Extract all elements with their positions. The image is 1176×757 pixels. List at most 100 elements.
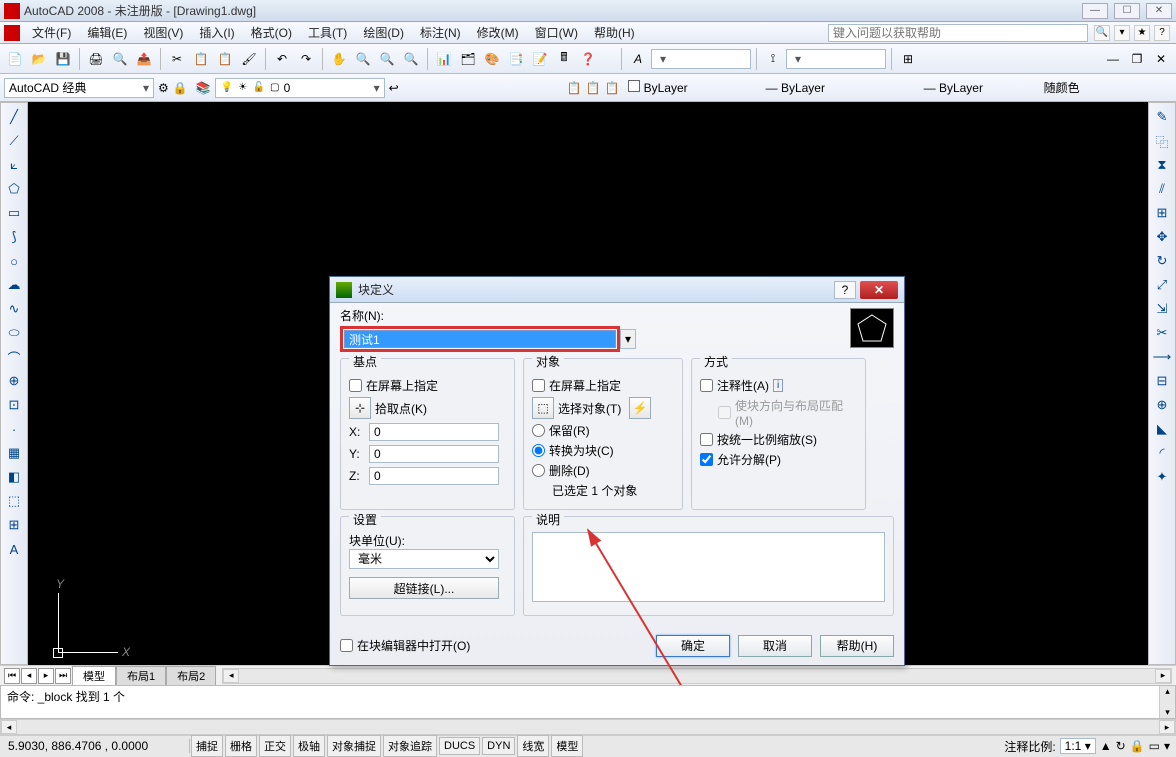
region-icon[interactable]: ⬚ bbox=[3, 491, 25, 511]
sheet-icon[interactable]: 📑 bbox=[505, 48, 527, 70]
tray-icon[interactable]: ▭ bbox=[1149, 739, 1160, 753]
xline-icon[interactable]: ⟋ bbox=[3, 131, 25, 151]
menu-view[interactable]: 视图(V) bbox=[135, 22, 191, 43]
zoom-rt-icon[interactable]: 🔍 bbox=[352, 48, 374, 70]
ortho-toggle[interactable]: 正交 bbox=[259, 735, 291, 757]
save-icon[interactable]: 💾 bbox=[52, 48, 74, 70]
doc-close-icon[interactable]: ✕ bbox=[1150, 48, 1172, 70]
cancel-button[interactable]: 取消 bbox=[738, 635, 812, 657]
print-icon[interactable]: 🖨 bbox=[85, 48, 107, 70]
retain-radio[interactable] bbox=[532, 424, 545, 437]
zoom-win-icon[interactable]: 🔍 bbox=[376, 48, 398, 70]
layer-combo[interactable]: 💡 ☀ 🔓 ▢ 0 bbox=[215, 78, 385, 98]
workspace-combo[interactable]: AutoCAD 经典 bbox=[4, 78, 154, 98]
menu-window[interactable]: 窗口(W) bbox=[527, 22, 586, 43]
layer-iso-icon[interactable]: 📋 bbox=[586, 81, 601, 95]
polyline-icon[interactable]: ⟀ bbox=[3, 155, 25, 175]
command-scroll[interactable] bbox=[1159, 686, 1175, 718]
osnap-toggle[interactable]: 对象捕捉 bbox=[327, 735, 381, 757]
annotative-checkbox[interactable] bbox=[700, 379, 713, 392]
pan-icon[interactable]: ✋ bbox=[328, 48, 350, 70]
menu-insert[interactable]: 插入(I) bbox=[191, 22, 242, 43]
line-icon[interactable]: ╱ bbox=[3, 107, 25, 127]
tray-arrow-icon[interactable]: ▾ bbox=[1164, 739, 1170, 753]
tab-last-button[interactable]: ⏭ bbox=[55, 668, 71, 684]
help-icon[interactable]: ? bbox=[1154, 25, 1170, 41]
command-hscroll[interactable]: ◂▸ bbox=[0, 719, 1176, 735]
otrack-toggle[interactable]: 对象追踪 bbox=[383, 735, 437, 757]
toolpalette-icon[interactable]: 🎨 bbox=[481, 48, 503, 70]
ellipsearc-icon[interactable]: ⌒ bbox=[3, 347, 25, 367]
arc-icon[interactable]: ⟆ bbox=[3, 227, 25, 247]
tablestyle-icon[interactable]: ⊞ bbox=[897, 48, 919, 70]
tab-model[interactable]: 模型 bbox=[72, 666, 116, 685]
publish-icon[interactable]: 📤 bbox=[133, 48, 155, 70]
dialog-help-icon[interactable]: ? bbox=[834, 281, 856, 299]
table-icon[interactable]: ⊞ bbox=[3, 515, 25, 535]
lock-status-icon[interactable]: 🔒 bbox=[1130, 739, 1145, 753]
menu-modify[interactable]: 修改(M) bbox=[469, 22, 527, 43]
layer-manager-icon[interactable]: 📚 bbox=[196, 81, 211, 95]
point-icon[interactable]: · bbox=[3, 419, 25, 439]
match-icon[interactable]: 🖌 bbox=[238, 48, 260, 70]
menu-format[interactable]: 格式(O) bbox=[243, 22, 300, 43]
chamfer-icon[interactable]: ◣ bbox=[1151, 419, 1173, 439]
ducs-toggle[interactable]: DUCS bbox=[439, 737, 480, 755]
y-input[interactable] bbox=[369, 445, 499, 463]
mtext-icon[interactable]: A bbox=[3, 539, 25, 559]
help-search-input[interactable] bbox=[828, 24, 1088, 42]
tab-prev-button[interactable]: ◂ bbox=[21, 668, 37, 684]
anno-vis-icon[interactable]: ▲ bbox=[1100, 739, 1112, 753]
pick-point-button[interactable]: ⊹ bbox=[349, 397, 371, 419]
help-tb-icon[interactable]: ❓ bbox=[577, 48, 599, 70]
help-button[interactable]: 帮助(H) bbox=[820, 635, 894, 657]
trim-icon[interactable]: ✂ bbox=[1151, 323, 1173, 343]
menu-draw[interactable]: 绘图(D) bbox=[355, 22, 412, 43]
mirror-icon[interactable]: ⧗ bbox=[1151, 155, 1173, 175]
tab-first-button[interactable]: ⏮ bbox=[4, 668, 20, 684]
drawing-canvas[interactable]: Y X 块定义 ? ✕ 名称(N): bbox=[28, 102, 1148, 665]
info-icon[interactable]: i bbox=[773, 379, 783, 392]
doc-minimize-icon[interactable]: — bbox=[1102, 48, 1124, 70]
tab-next-button[interactable]: ▸ bbox=[38, 668, 54, 684]
horizontal-scrollbar[interactable]: ◂▸ bbox=[222, 668, 1172, 684]
lwt-toggle[interactable]: 线宽 bbox=[517, 735, 549, 757]
unit-combo[interactable]: 毫米 bbox=[349, 549, 499, 569]
markup-icon[interactable]: 📝 bbox=[529, 48, 551, 70]
gradient-icon[interactable]: ◧ bbox=[3, 467, 25, 487]
redo-icon[interactable]: ↷ bbox=[295, 48, 317, 70]
textstyle-icon[interactable]: A bbox=[627, 48, 649, 70]
erase-icon[interactable]: ✎ bbox=[1151, 107, 1173, 127]
maximize-button[interactable]: ☐ bbox=[1114, 3, 1140, 19]
menu-file[interactable]: 文件(F) bbox=[24, 22, 79, 43]
z-input[interactable] bbox=[369, 467, 499, 485]
menu-tools[interactable]: 工具(T) bbox=[300, 22, 355, 43]
obj-onscreen-checkbox[interactable] bbox=[532, 379, 545, 392]
properties-icon[interactable]: 📊 bbox=[433, 48, 455, 70]
close-button[interactable]: ✕ bbox=[1146, 3, 1172, 19]
dimstyle-combo[interactable] bbox=[786, 49, 886, 69]
preview-icon[interactable]: 🔍 bbox=[109, 48, 131, 70]
select-objects-button[interactable]: ⬚ bbox=[532, 397, 554, 419]
offset-icon[interactable]: ⫽ bbox=[1151, 179, 1173, 199]
polygon-icon[interactable]: ⬠ bbox=[3, 179, 25, 199]
block-icon[interactable]: ⊡ bbox=[3, 395, 25, 415]
open-editor-checkbox[interactable] bbox=[340, 639, 353, 652]
ws-gear-icon[interactable]: ⚙ bbox=[158, 81, 169, 95]
ellipse-icon[interactable]: ⬭ bbox=[3, 323, 25, 343]
base-onscreen-checkbox[interactable] bbox=[349, 379, 362, 392]
command-line[interactable]: 命令: _block 找到 1 个 bbox=[0, 685, 1176, 719]
search-icon[interactable]: 🔍 bbox=[1094, 25, 1110, 41]
block-name-input[interactable] bbox=[344, 330, 616, 348]
join-icon[interactable]: ⊕ bbox=[1151, 395, 1173, 415]
snap-toggle[interactable]: 捕捉 bbox=[191, 735, 223, 757]
scale-icon[interactable]: ⤢ bbox=[1151, 275, 1173, 295]
break-icon[interactable]: ⊟ bbox=[1151, 371, 1173, 391]
uniform-scale-checkbox[interactable] bbox=[700, 433, 713, 446]
copy-obj-icon[interactable]: ⿻ bbox=[1151, 131, 1173, 151]
minimize-button[interactable]: — bbox=[1082, 3, 1108, 19]
copy-icon[interactable]: 📋 bbox=[190, 48, 212, 70]
layer-state-icon[interactable]: 📋 bbox=[567, 81, 582, 95]
circle-icon[interactable]: ○ bbox=[3, 251, 25, 271]
name-dropdown-button[interactable]: ▾ bbox=[620, 329, 636, 349]
